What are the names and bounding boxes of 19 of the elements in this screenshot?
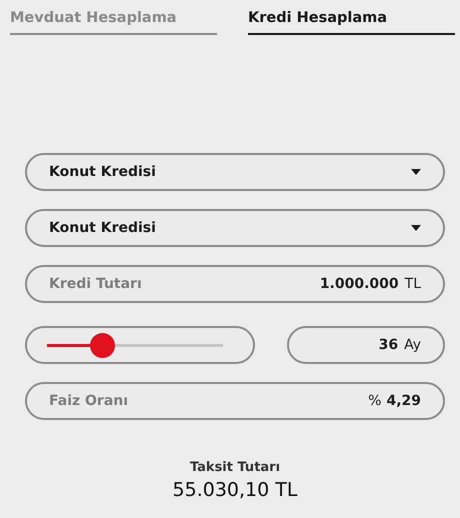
field-value: 36 (378, 337, 398, 353)
field-value: 4,29 (386, 393, 421, 409)
loan-type-dropdown[interactable]: Konut Kredisi (25, 153, 445, 191)
interest-rate-field[interactable]: Faiz Oranı % 4,29 (25, 382, 445, 420)
unit-label: % (368, 393, 382, 409)
field-value: 1.000.000 (320, 276, 399, 292)
loan-amount-field[interactable]: Kredi Tutarı 1.000.000 TL (25, 265, 445, 303)
loan-type-dropdown[interactable]: Konut Kredisi (25, 209, 445, 247)
tab[interactable]: Kredi Hesaplama (248, 6, 455, 35)
caret-icon (411, 225, 421, 231)
field-label: Kredi Tutarı (49, 276, 143, 292)
slider-thumb[interactable] (90, 332, 115, 358)
unit-label: Ay (404, 337, 421, 353)
field-label: Faiz Oranı (49, 393, 130, 409)
result-value: 55.030,10 TL (172, 479, 298, 501)
caret-icon (411, 169, 421, 175)
result-label: Taksit Tutarı (190, 460, 280, 475)
term-field[interactable]: 36 Ay (287, 326, 445, 364)
unit-label: TL (404, 276, 421, 292)
